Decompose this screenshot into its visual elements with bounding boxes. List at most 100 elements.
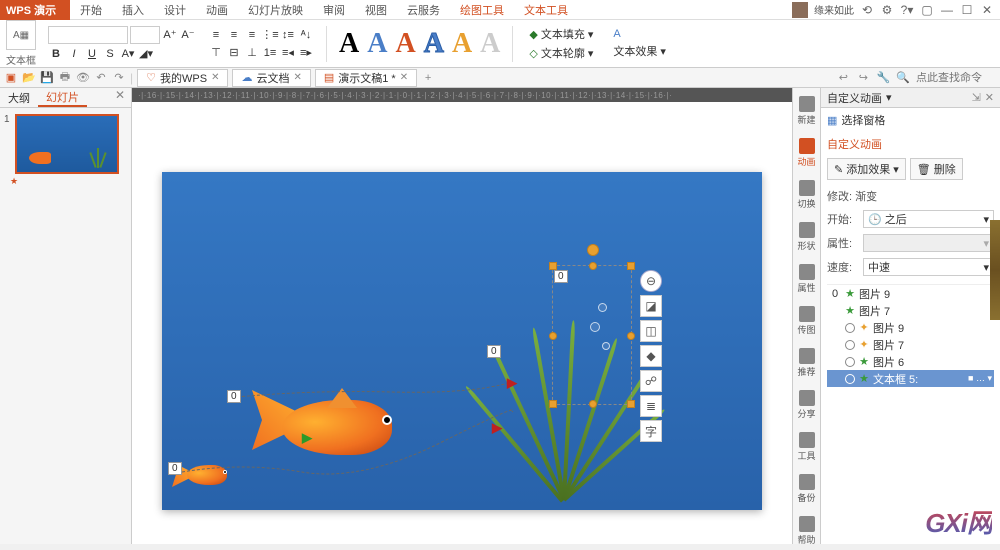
tab-doc1-close[interactable]: ✕: [400, 72, 408, 83]
menu-cloud[interactable]: 云服务: [397, 0, 450, 20]
textbox-icon[interactable]: A▦: [6, 20, 36, 50]
menu-insert[interactable]: 插入: [112, 0, 154, 20]
align-left-icon[interactable]: ≡: [208, 27, 224, 43]
preview-icon[interactable]: 👁: [76, 71, 90, 85]
menu-drawtools[interactable]: 绘图工具: [450, 0, 514, 20]
settings-icon[interactable]: ⚙: [880, 3, 894, 17]
tool-props[interactable]: 属性: [794, 260, 820, 298]
maximize-icon[interactable]: ☐: [960, 3, 974, 17]
tab-slides[interactable]: 幻灯片: [38, 88, 87, 107]
help-icon[interactable]: ?▾: [900, 3, 914, 17]
tab-mywps-close[interactable]: ✕: [211, 72, 219, 83]
style-a3[interactable]: A: [395, 28, 415, 60]
undo-icon[interactable]: ↶: [94, 71, 108, 85]
anim-item[interactable]: 0★图片 9: [827, 285, 994, 302]
minimize-icon[interactable]: —: [940, 3, 954, 17]
shrink-font-icon[interactable]: A⁻: [180, 27, 196, 43]
highlight-icon[interactable]: ◢▾: [138, 46, 154, 62]
indent-inc-icon[interactable]: ≡▸: [298, 45, 314, 61]
resize-handle-sw[interactable]: [549, 400, 557, 408]
float-link-icon[interactable]: ☍: [640, 370, 662, 392]
tool-backup[interactable]: 备份: [794, 470, 820, 508]
menu-slideshow[interactable]: 幻灯片放映: [238, 0, 313, 20]
sync-icon[interactable]: ⟲: [860, 3, 874, 17]
float-outline-icon[interactable]: ◫: [640, 320, 662, 342]
strike-icon[interactable]: S: [102, 46, 118, 62]
linespace-icon[interactable]: ↕≡: [280, 27, 296, 43]
valign-bot-icon[interactable]: ⊥: [244, 45, 260, 61]
tool-share[interactable]: 分享: [794, 386, 820, 424]
grow-font-icon[interactable]: A⁺: [162, 27, 178, 43]
resize-handle-ne[interactable]: [627, 262, 635, 270]
tool-recommend[interactable]: 推荐: [794, 344, 820, 382]
tab-cloud[interactable]: ☁云文档✕: [232, 69, 310, 87]
start-select[interactable]: 🕒 之后▾: [863, 210, 994, 228]
textdir-icon[interactable]: ᴬ↓: [298, 27, 314, 43]
resize-handle-n[interactable]: [589, 262, 597, 270]
tool-new[interactable]: 新建: [794, 92, 820, 130]
numbering-icon[interactable]: 1≡: [262, 45, 278, 61]
animpane-pin-icon[interactable]: ⇲: [972, 91, 981, 104]
animpane-close-icon[interactable]: ✕: [985, 91, 994, 104]
redo-icon[interactable]: ↷: [112, 71, 126, 85]
menu-review[interactable]: 审阅: [313, 0, 355, 20]
textbox-group[interactable]: A▦ 文本框: [6, 20, 36, 67]
underline-icon[interactable]: U: [84, 46, 100, 62]
text-effect-button[interactable]: A: [609, 27, 670, 41]
print-icon[interactable]: 🖶: [58, 71, 72, 85]
size-select[interactable]: [130, 26, 160, 44]
search-input[interactable]: [916, 72, 996, 84]
tool-upload[interactable]: 传图: [794, 302, 820, 340]
leftpane-close[interactable]: ✕: [109, 88, 131, 107]
wrench-icon[interactable]: 🔧: [876, 71, 890, 85]
bullets-icon[interactable]: ⋮≡: [262, 27, 278, 43]
text-outline-button[interactable]: ◇文本轮廓▾: [525, 44, 597, 62]
valign-top-icon[interactable]: ⊤: [208, 45, 224, 61]
add-effect-button[interactable]: ✎添加效果▾: [827, 158, 906, 180]
align-center-icon[interactable]: ≡: [226, 27, 242, 43]
text-effect-label-button[interactable]: 文本效果▾: [609, 42, 670, 60]
tool-anim[interactable]: 动画: [794, 134, 820, 172]
anim-item-selected[interactable]: ★文本框 5:■ … ▾: [827, 370, 994, 387]
tab-outline[interactable]: 大纲: [0, 88, 38, 107]
speed-select[interactable]: 中速▾: [863, 258, 994, 276]
float-dismiss-icon[interactable]: ⊖: [640, 270, 662, 292]
min-inner-icon[interactable]: ▢: [920, 3, 934, 17]
resize-handle-s[interactable]: [589, 400, 597, 408]
menu-start[interactable]: 开始: [70, 0, 112, 20]
font-select[interactable]: [48, 26, 128, 44]
resize-handle-nw[interactable]: [549, 262, 557, 270]
valign-mid-icon[interactable]: ⊟: [226, 45, 242, 61]
delete-button[interactable]: 🗑删除: [910, 158, 963, 180]
tool-help[interactable]: 帮助: [794, 512, 820, 550]
select-pane-link[interactable]: 选择窗格: [841, 112, 885, 128]
fish-large-image[interactable]: [252, 370, 412, 470]
close-icon[interactable]: ✕: [980, 3, 994, 17]
menu-design[interactable]: 设计: [154, 0, 196, 20]
fontcolor-icon[interactable]: A▾: [120, 46, 136, 62]
tool-transition[interactable]: 切换: [794, 176, 820, 214]
add-tab-icon[interactable]: +: [421, 71, 435, 85]
slide-thumb-1[interactable]: 1: [4, 114, 127, 174]
tab-doc1[interactable]: ▤演示文稿1 *✕: [315, 69, 417, 87]
resize-handle-w[interactable]: [549, 332, 557, 340]
selection-box[interactable]: [552, 265, 632, 405]
menu-view[interactable]: 视图: [355, 0, 397, 20]
style-a5[interactable]: A: [452, 28, 472, 60]
tool-tools[interactable]: 工具: [794, 428, 820, 466]
text-fill-button[interactable]: ◆文本填充▾: [525, 25, 597, 43]
open-icon[interactable]: 📂: [22, 71, 36, 85]
resize-handle-se[interactable]: [627, 400, 635, 408]
anim-item-menu[interactable]: ■ … ▾: [968, 373, 992, 384]
tool-shape[interactable]: 形状: [794, 218, 820, 256]
nav-fwd-icon[interactable]: ↪: [856, 71, 870, 85]
tab-cloud-close[interactable]: ✕: [293, 72, 301, 83]
tab-mywps[interactable]: ♡我的WPS✕: [137, 69, 228, 87]
style-a6[interactable]: A: [480, 28, 500, 60]
float-fill-icon[interactable]: ◪: [640, 295, 662, 317]
align-right-icon[interactable]: ≡: [244, 27, 260, 43]
italic-icon[interactable]: I: [66, 46, 82, 62]
anim-item[interactable]: ★图片 6: [827, 353, 994, 370]
float-text-icon[interactable]: 字: [640, 420, 662, 442]
bold-icon[interactable]: B: [48, 46, 64, 62]
